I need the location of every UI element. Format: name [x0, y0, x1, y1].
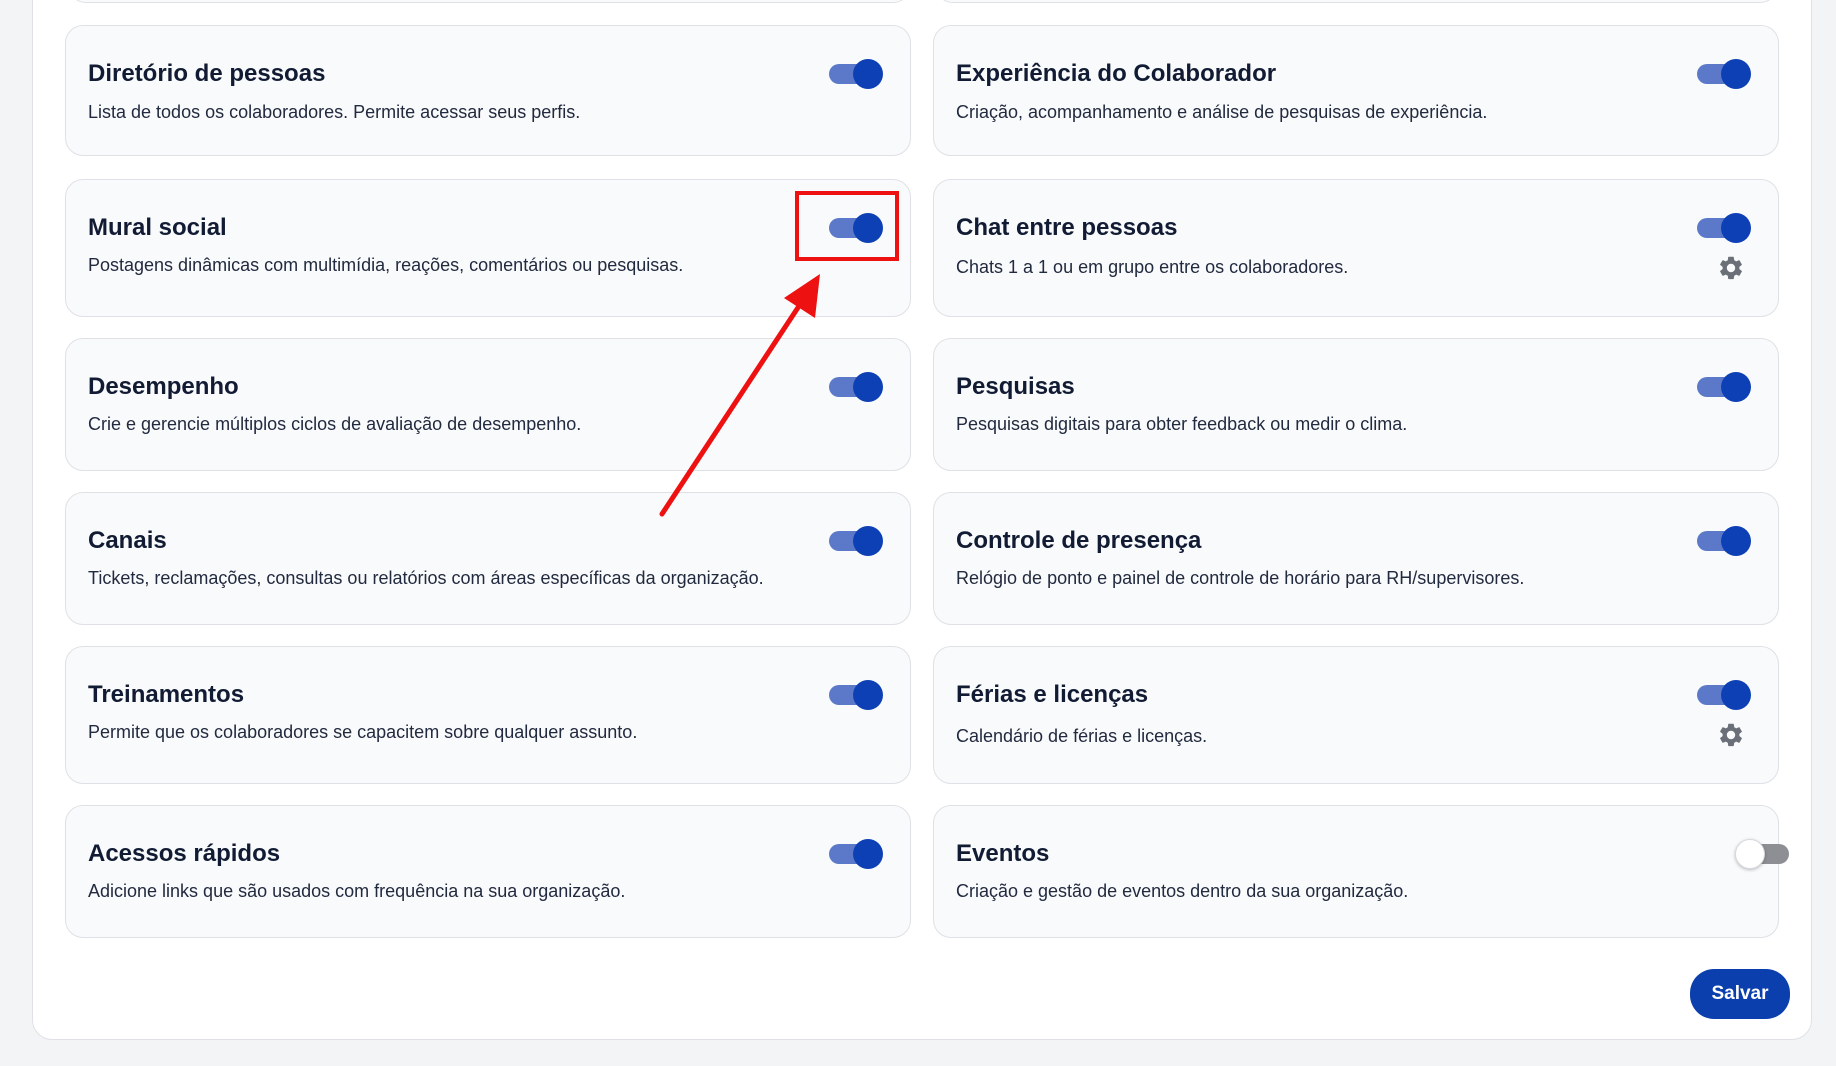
module-title: Diretório de pessoas	[88, 60, 326, 87]
module-toggle-on[interactable]	[829, 372, 883, 402]
module-title: Canais	[88, 527, 167, 554]
module-description: Crie e gerencie múltiplos ciclos de aval…	[88, 414, 582, 434]
module-toggle-on[interactable]	[1697, 680, 1751, 710]
toggle-knob	[1735, 839, 1765, 869]
module-toggle-on[interactable]	[1697, 59, 1751, 89]
module-toggle-on[interactable]	[1697, 526, 1751, 556]
save-button[interactable]: Salvar	[1690, 969, 1790, 1019]
module-title: Chat entre pessoas	[956, 214, 1178, 241]
module-title: Pesquisas	[956, 373, 1075, 400]
toggle-knob	[853, 526, 883, 556]
toggle-knob	[1721, 213, 1751, 243]
module-description: Criação e gestão de eventos dentro da su…	[956, 881, 1409, 901]
module-toggle-on[interactable]	[829, 59, 883, 89]
card-partial-left	[68, 0, 911, 3]
toggle-knob	[1721, 372, 1751, 402]
module-card: Treinamentos Permite que os colaboradore…	[65, 646, 911, 784]
module-card: Mural social Postagens dinâmicas com mul…	[65, 179, 911, 317]
toggle-knob	[853, 59, 883, 89]
toggle-knob	[853, 839, 883, 869]
module-description: Chats 1 a 1 ou em grupo entre os colabor…	[956, 257, 1349, 277]
module-description: Permite que os colaboradores se capacite…	[88, 722, 638, 742]
module-toggle-on[interactable]	[1697, 213, 1751, 243]
module-card: Férias e licenças Calendário de férias e…	[933, 646, 1779, 784]
module-toggle-off[interactable]	[1735, 839, 1789, 869]
module-card: Controle de presença Relógio de ponto e …	[933, 492, 1779, 625]
module-description: Calendário de férias e licenças.	[956, 726, 1208, 746]
module-title: Mural social	[88, 214, 227, 241]
module-title: Experiência do Colaborador	[956, 60, 1277, 87]
module-title: Eventos	[956, 840, 1050, 867]
gear-icon[interactable]	[1717, 721, 1745, 749]
module-card: Diretório de pessoas Lista de todos os c…	[65, 25, 911, 156]
toggle-knob	[853, 680, 883, 710]
module-card: Chat entre pessoas Chats 1 a 1 ou em gru…	[933, 179, 1779, 317]
module-description: Lista de todos os colaboradores. Permite…	[88, 102, 581, 122]
module-toggle-on[interactable]	[829, 526, 883, 556]
toggle-knob	[1721, 526, 1751, 556]
module-title: Controle de presença	[956, 527, 1202, 554]
module-card: Experiência do Colaborador Criação, acom…	[933, 25, 1779, 156]
module-description: Tickets, reclamações, consultas ou relat…	[88, 568, 764, 588]
module-toggle-on[interactable]	[829, 839, 883, 869]
annotation-highlight-box	[795, 191, 899, 261]
module-title: Desempenho	[88, 373, 239, 400]
module-card: Pesquisas Pesquisas digitais para obter …	[933, 338, 1779, 471]
toggle-knob	[853, 372, 883, 402]
card-partial-right	[935, 0, 1778, 3]
module-title: Férias e licenças	[956, 681, 1149, 708]
module-description: Pesquisas digitais para obter feedback o…	[956, 414, 1408, 434]
gear-icon[interactable]	[1717, 254, 1745, 282]
module-card: Desempenho Crie e gerencie múltiplos cic…	[65, 338, 911, 471]
module-description: Relógio de ponto e painel de controle de…	[956, 568, 1525, 588]
toggle-knob	[1721, 680, 1751, 710]
module-description: Postagens dinâmicas com multimídia, reaç…	[88, 255, 684, 275]
module-card: Eventos Criação e gestão de eventos dent…	[933, 805, 1789, 938]
toggle-knob	[1721, 59, 1751, 89]
module-description: Criação, acompanhamento e análise de pes…	[956, 102, 1488, 122]
module-description: Adicione links que são usados com frequê…	[88, 881, 626, 901]
module-card: Acessos rápidos Adicione links que são u…	[65, 805, 911, 938]
module-title: Acessos rápidos	[88, 840, 281, 867]
module-card: Canais Tickets, reclamações, consultas o…	[65, 492, 911, 625]
module-title: Treinamentos	[88, 681, 245, 708]
module-toggle-on[interactable]	[829, 680, 883, 710]
module-toggle-on[interactable]	[1697, 372, 1751, 402]
